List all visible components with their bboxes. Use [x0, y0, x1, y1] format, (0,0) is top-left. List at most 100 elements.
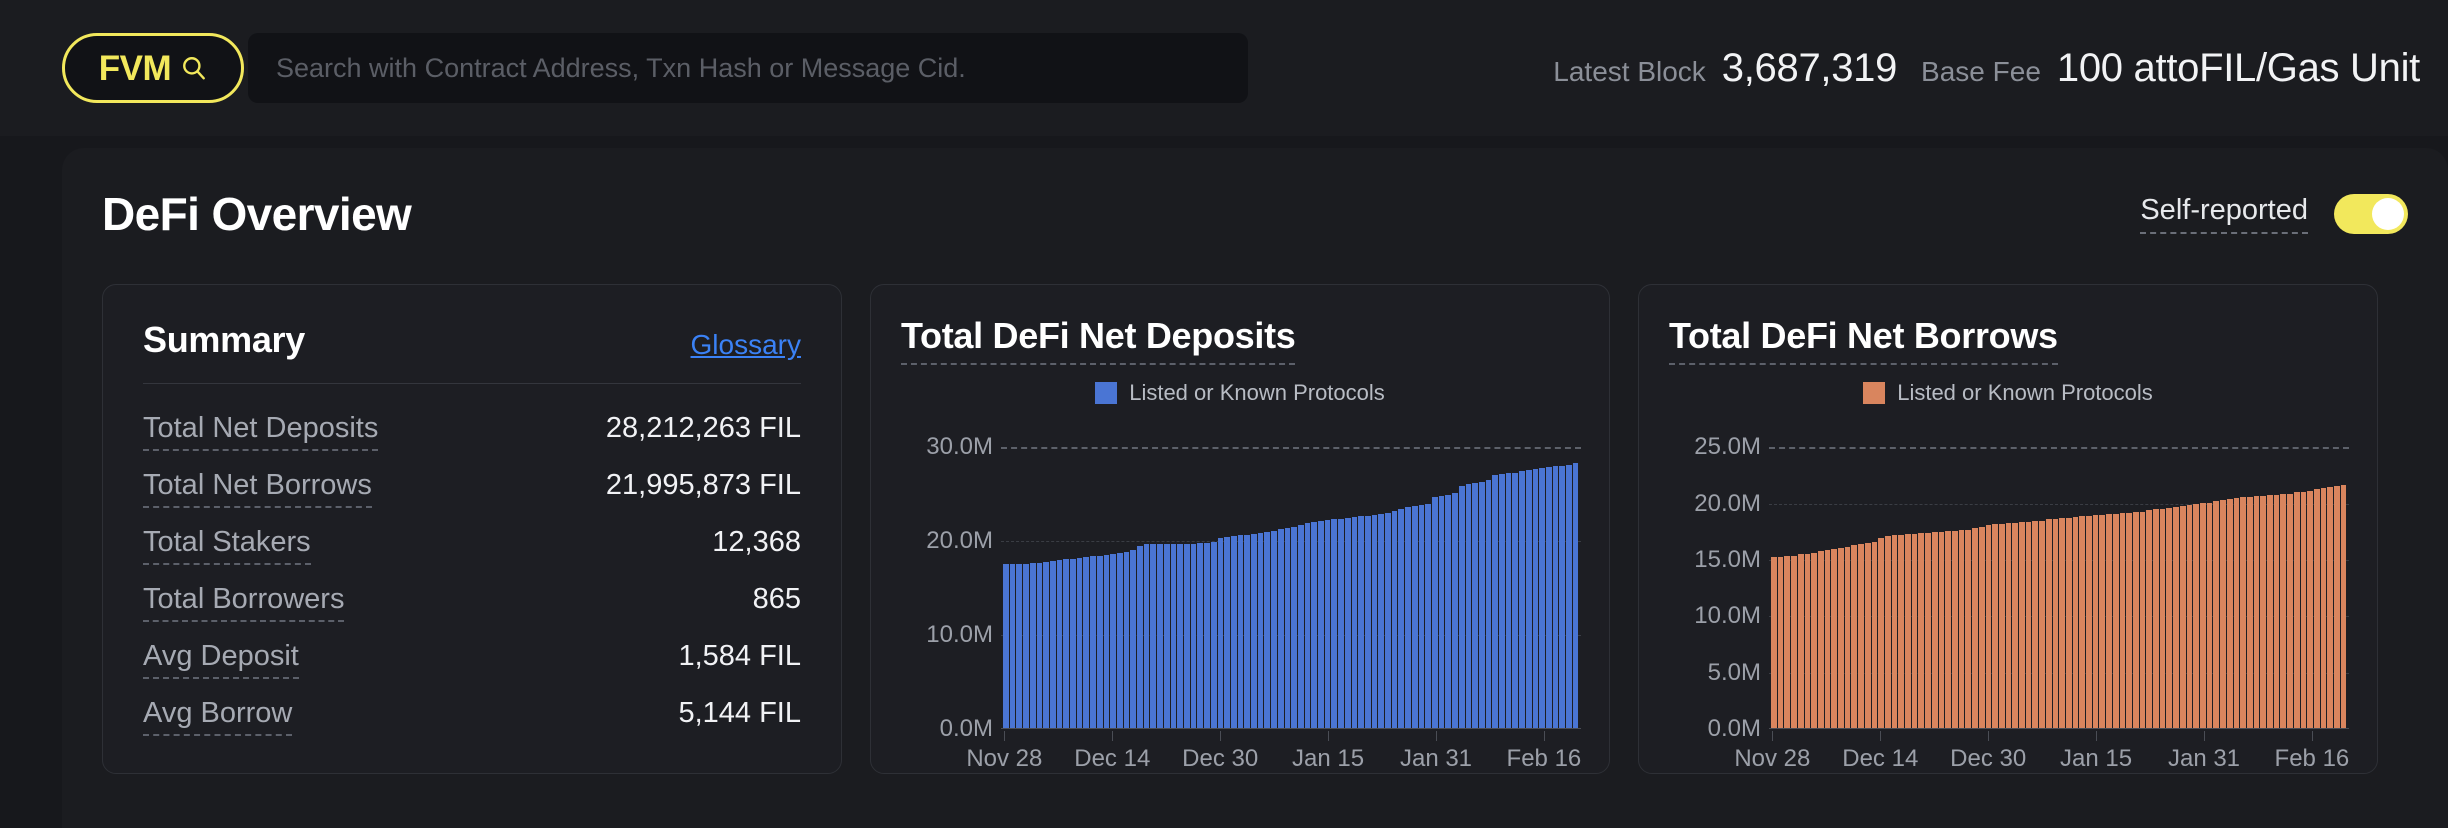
bar[interactable]: [1412, 506, 1418, 728]
bar[interactable]: [1492, 475, 1498, 728]
bar[interactable]: [1150, 544, 1156, 728]
bar[interactable]: [1171, 544, 1177, 728]
bar[interactable]: [1898, 535, 1904, 728]
bar[interactable]: [1838, 548, 1844, 728]
bar[interactable]: [2220, 500, 2226, 728]
bar[interactable]: [1979, 527, 1985, 728]
bar[interactable]: [1311, 522, 1317, 728]
bar[interactable]: [2012, 523, 2018, 728]
bar[interactable]: [1345, 518, 1351, 728]
bar[interactable]: [2026, 522, 2032, 728]
bar[interactable]: [1117, 553, 1123, 728]
bar[interactable]: [1791, 556, 1797, 728]
bar[interactable]: [1130, 550, 1136, 728]
bar[interactable]: [1070, 559, 1076, 728]
bar[interactable]: [1472, 483, 1478, 728]
bar[interactable]: [1432, 497, 1438, 728]
bar[interactable]: [1986, 525, 1992, 728]
bar[interactable]: [1298, 525, 1304, 728]
bar[interactable]: [2086, 516, 2092, 728]
bar[interactable]: [1918, 533, 1924, 728]
bar[interactable]: [2193, 504, 2199, 728]
bar[interactable]: [1338, 519, 1344, 728]
bar[interactable]: [1110, 554, 1116, 728]
bar[interactable]: [1445, 495, 1451, 728]
bar[interactable]: [1972, 528, 1978, 728]
glossary-link[interactable]: Glossary: [691, 329, 801, 361]
bar[interactable]: [1845, 547, 1851, 728]
bar[interactable]: [2254, 496, 2260, 728]
bar[interactable]: [1878, 538, 1884, 729]
bar[interactable]: [1892, 535, 1898, 728]
bar[interactable]: [1392, 511, 1398, 728]
bar[interactable]: [2287, 494, 2293, 728]
bar[interactable]: [2126, 513, 2132, 728]
bar[interactable]: [1264, 532, 1270, 728]
bar[interactable]: [1184, 544, 1190, 728]
bar[interactable]: [2200, 503, 2206, 728]
bar[interactable]: [2207, 503, 2213, 728]
bar[interactable]: [1238, 535, 1244, 728]
bar[interactable]: [2133, 512, 2139, 728]
bar[interactable]: [2334, 486, 2340, 728]
bar[interactable]: [1506, 473, 1512, 728]
bar[interactable]: [1043, 562, 1049, 728]
bar[interactable]: [1325, 520, 1331, 728]
bar[interactable]: [1030, 563, 1036, 728]
search-input[interactable]: [248, 33, 1248, 103]
bar[interactable]: [1932, 532, 1938, 728]
bar[interactable]: [2079, 516, 2085, 728]
bar[interactable]: [1211, 542, 1217, 728]
bar[interactable]: [1197, 543, 1203, 728]
bar[interactable]: [1372, 515, 1378, 728]
bar[interactable]: [2173, 507, 2179, 728]
bar[interactable]: [1271, 531, 1277, 728]
bar[interactable]: [1063, 559, 1069, 728]
bar[interactable]: [2039, 521, 2045, 728]
bar[interactable]: [1499, 474, 1505, 728]
bar[interactable]: [2073, 517, 2079, 728]
bar[interactable]: [2180, 506, 2186, 728]
bar[interactable]: [1083, 557, 1089, 728]
bar[interactable]: [2260, 496, 2266, 728]
bar[interactable]: [1965, 530, 1971, 728]
bar[interactable]: [2234, 498, 2240, 728]
bar[interactable]: [1546, 467, 1552, 728]
bar[interactable]: [1851, 545, 1857, 728]
global-search[interactable]: [248, 33, 1248, 103]
bar[interactable]: [1291, 527, 1297, 728]
bar[interactable]: [1398, 509, 1404, 728]
bar[interactable]: [1831, 549, 1837, 728]
bar[interactable]: [1378, 514, 1384, 728]
bar[interactable]: [1016, 564, 1022, 728]
bar[interactable]: [2267, 495, 2273, 728]
bar[interactable]: [1385, 513, 1391, 728]
bar[interactable]: [2166, 508, 2172, 728]
bar[interactable]: [1459, 486, 1465, 728]
bar[interactable]: [1439, 496, 1445, 728]
bar[interactable]: [2053, 519, 2059, 728]
bar[interactable]: [1419, 505, 1425, 728]
bar[interactable]: [1425, 504, 1431, 729]
bar[interactable]: [1885, 536, 1891, 728]
bar[interactable]: [2153, 509, 2159, 728]
bar[interactable]: [1811, 553, 1817, 728]
bar[interactable]: [1218, 538, 1224, 728]
fvm-brand-button[interactable]: FVM: [62, 33, 244, 103]
bar[interactable]: [1999, 524, 2005, 728]
bar[interactable]: [2307, 491, 2313, 728]
bar[interactable]: [1057, 560, 1063, 728]
bar[interactable]: [1825, 550, 1831, 728]
bar[interactable]: [1278, 529, 1284, 728]
bar[interactable]: [1191, 544, 1197, 728]
bar[interactable]: [1452, 493, 1458, 728]
bar[interactable]: [1258, 533, 1264, 728]
bar[interactable]: [1805, 554, 1811, 728]
bar[interactable]: [1939, 532, 1945, 728]
bar[interactable]: [2099, 515, 2105, 728]
bar[interactable]: [2113, 514, 2119, 728]
bar[interactable]: [1204, 543, 1210, 728]
bar[interactable]: [1479, 482, 1485, 728]
bar[interactable]: [1519, 471, 1525, 728]
bar[interactable]: [1912, 534, 1918, 728]
